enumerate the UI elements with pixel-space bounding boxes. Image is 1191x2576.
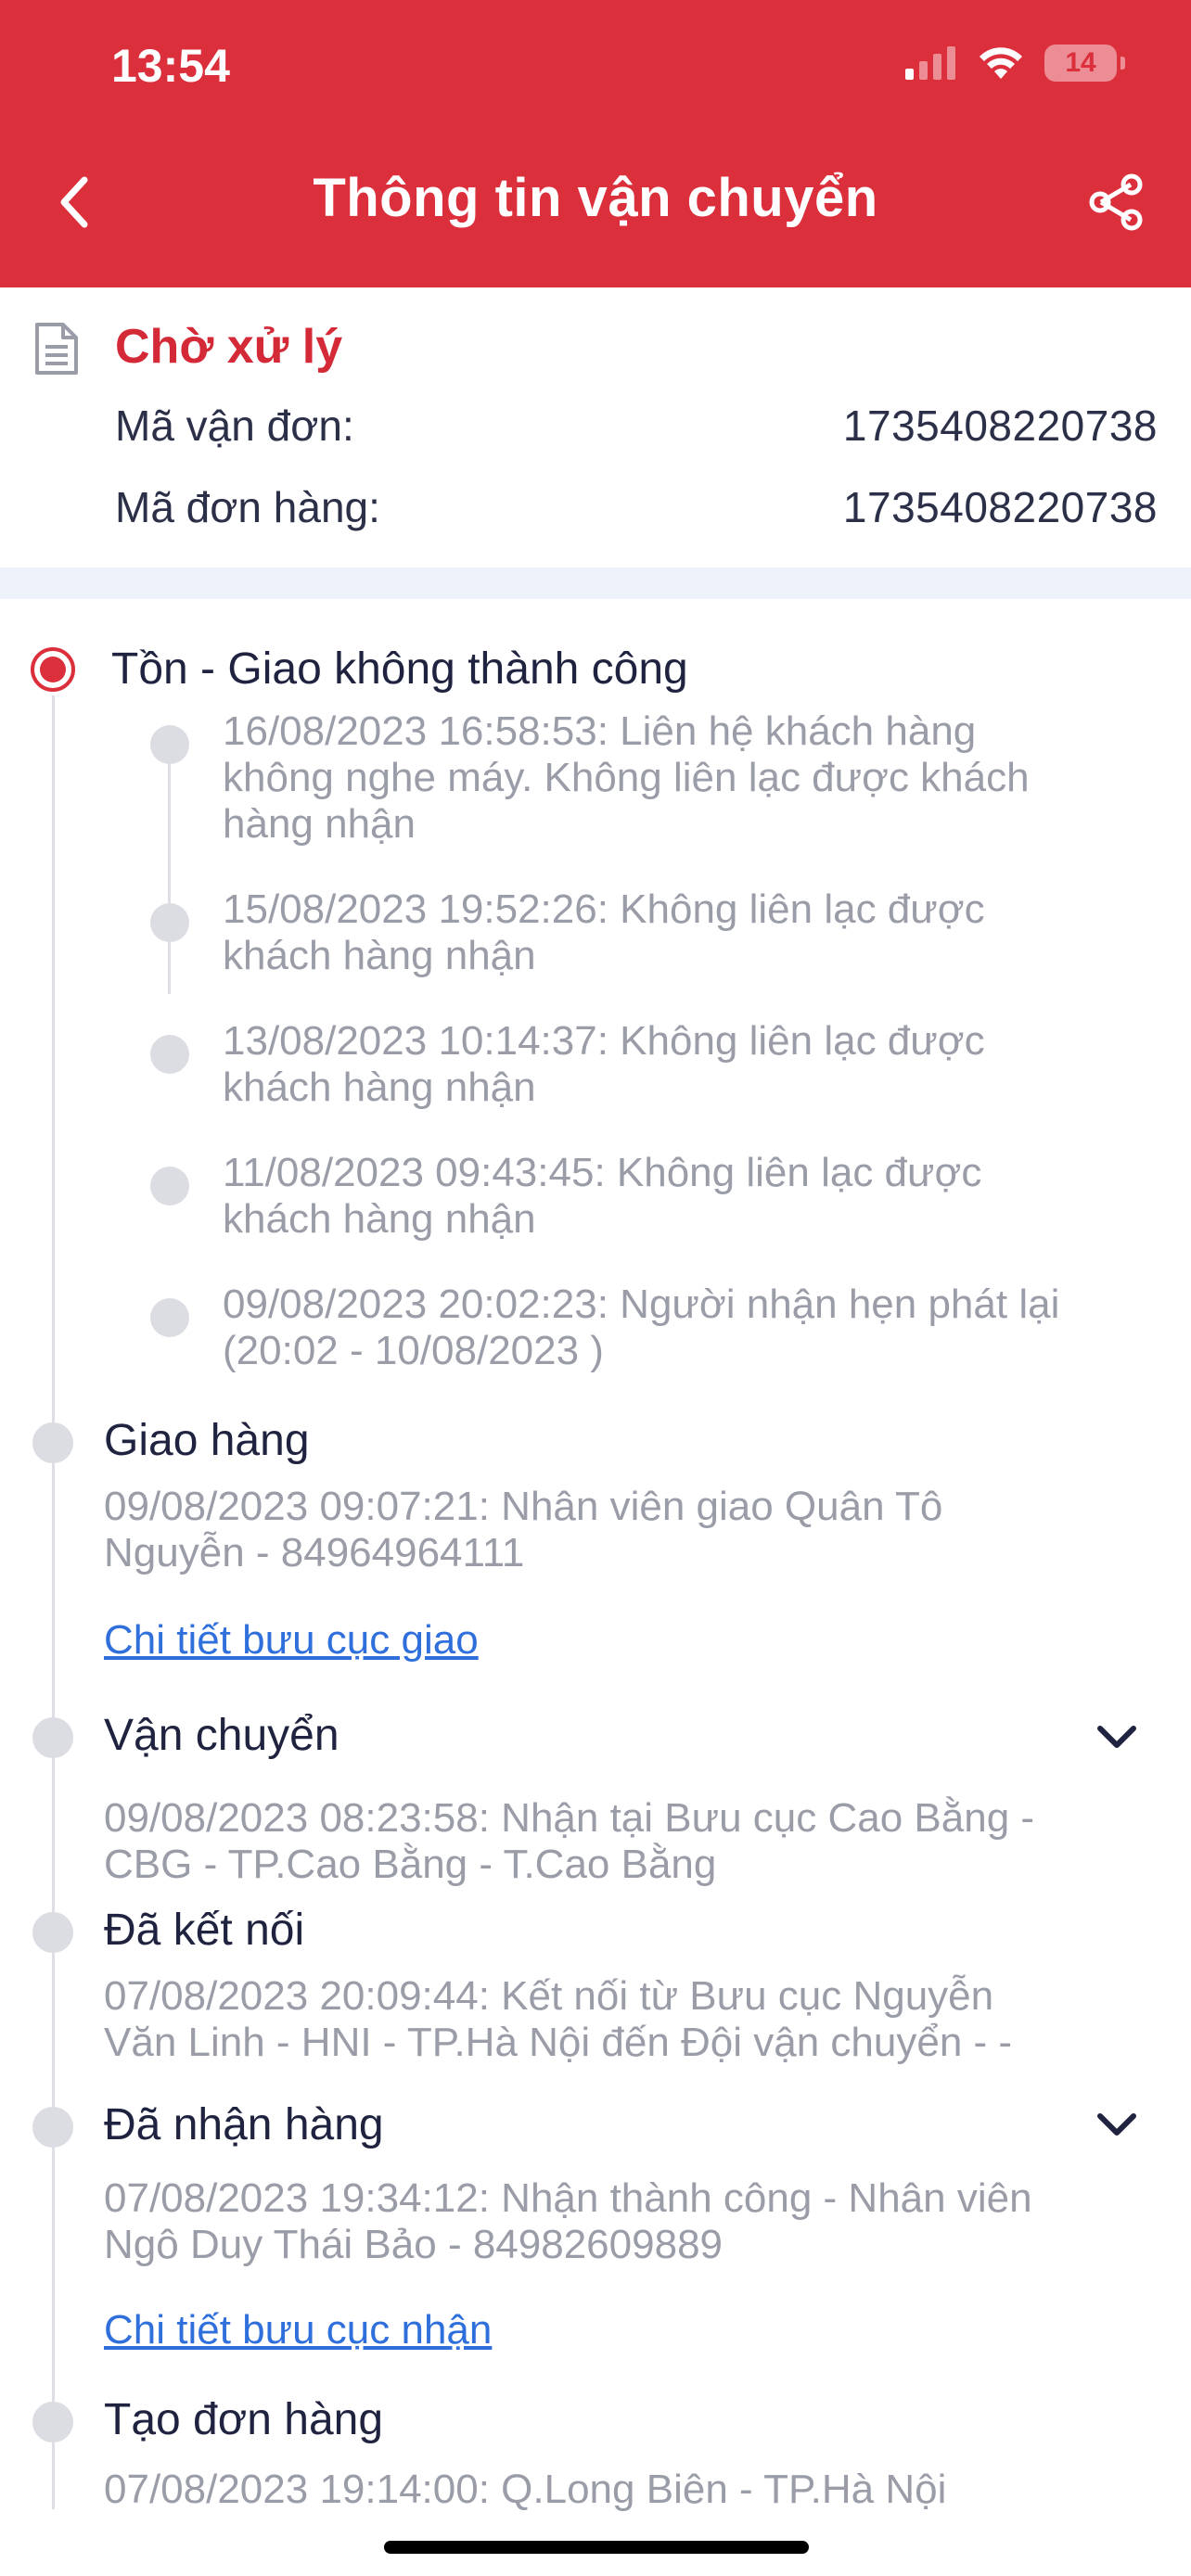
timeline-node xyxy=(32,1422,73,1463)
timeline-title-connected: Đã kết nối xyxy=(104,1906,305,1955)
timeline-title-failed: Tồn - Giao không thành công xyxy=(111,644,688,694)
sub-event-3: 13/08/2023 10:14:37: Không liên lạc được… xyxy=(223,1018,985,1110)
sub-event-dot xyxy=(150,725,189,764)
sub-event-dot xyxy=(150,1298,189,1337)
sub-timeline-line xyxy=(168,744,171,994)
waybill-value: 1735408220738 xyxy=(842,402,1158,450)
share-button[interactable] xyxy=(1080,165,1154,239)
chevron-down-icon xyxy=(1097,2113,1136,2136)
expand-transport-button[interactable] xyxy=(1095,1715,1139,1760)
timeline-title-delivery: Giao hàng xyxy=(104,1416,310,1465)
order-status: Chờ xử lý xyxy=(115,320,343,374)
delivery-detail: 09/08/2023 09:07:21: Nhân viên giao Quân… xyxy=(104,1484,943,1575)
sub-event-1: 16/08/2023 16:58:53: Liên hệ khách hàng … xyxy=(223,708,1030,847)
timeline-main-line xyxy=(52,695,55,2509)
received-detail: 07/08/2023 19:34:12: Nhận thành công - N… xyxy=(104,2175,1032,2267)
wifi-icon xyxy=(980,47,1022,79)
timeline-title-received: Đã nhận hàng xyxy=(104,2100,384,2149)
order-code-row: Mã đơn hàng: 1735408220738 xyxy=(115,482,1158,532)
order-code-value: 1735408220738 xyxy=(842,483,1158,531)
delivery-post-office-link[interactable]: Chi tiết bưu cục giao xyxy=(104,1617,479,1664)
home-indicator[interactable] xyxy=(384,2541,809,2554)
timeline-node xyxy=(32,2402,73,2442)
page-title: Thông tin vận chuyển xyxy=(313,168,878,228)
cellular-signal-icon xyxy=(905,46,955,80)
timeline-node xyxy=(32,2107,73,2148)
order-code-label: Mã đơn hàng: xyxy=(115,483,380,531)
waybill-row: Mã vận đơn: 1735408220738 xyxy=(115,401,1158,451)
status-bar-time: 13:54 xyxy=(111,40,230,92)
sub-event-dot xyxy=(150,903,189,942)
battery-level: 14 xyxy=(1065,47,1096,78)
sub-event-dot xyxy=(150,1035,189,1074)
app-header: 13:54 14 Thông tin vận chuyển xyxy=(0,0,1191,287)
timeline-node xyxy=(32,1717,73,1758)
battery-icon: 14 xyxy=(1044,45,1125,82)
sub-event-5: 09/08/2023 20:02:23: Người nhận hẹn phát… xyxy=(223,1282,1060,1373)
expand-received-button[interactable] xyxy=(1095,2103,1139,2148)
sub-event-2: 15/08/2023 19:52:26: Không liên lạc được… xyxy=(223,886,985,978)
timeline-node xyxy=(32,1912,73,1953)
section-divider xyxy=(0,567,1191,599)
timeline-title-transport: Vận chuyển xyxy=(104,1711,339,1760)
timeline-node-active xyxy=(31,647,75,692)
waybill-label: Mã vận đơn: xyxy=(115,402,354,450)
timeline-title-created: Tạo đơn hàng xyxy=(104,2395,384,2444)
created-detail: 07/08/2023 19:14:00: Q.Long Biên - TP.Hà… xyxy=(104,2467,947,2512)
share-icon xyxy=(1089,173,1143,231)
order-info-card: Chờ xử lý Mã vận đơn: 1735408220738 Mã đ… xyxy=(0,287,1191,567)
connected-detail: 07/08/2023 20:09:44: Kết nối từ Bưu cục … xyxy=(104,1973,1013,2065)
sub-event-4: 11/08/2023 09:43:45: Không liên lạc được… xyxy=(223,1150,982,1242)
transport-detail: 09/08/2023 08:23:58: Nhận tại Bưu cục Ca… xyxy=(104,1795,1035,1887)
chevron-down-icon xyxy=(1097,1726,1136,1748)
document-icon xyxy=(35,323,78,375)
receiving-post-office-link[interactable]: Chi tiết bưu cục nhận xyxy=(104,2307,492,2353)
status-bar-indicators: 14 xyxy=(905,45,1125,82)
sub-event-dot xyxy=(150,1167,189,1205)
